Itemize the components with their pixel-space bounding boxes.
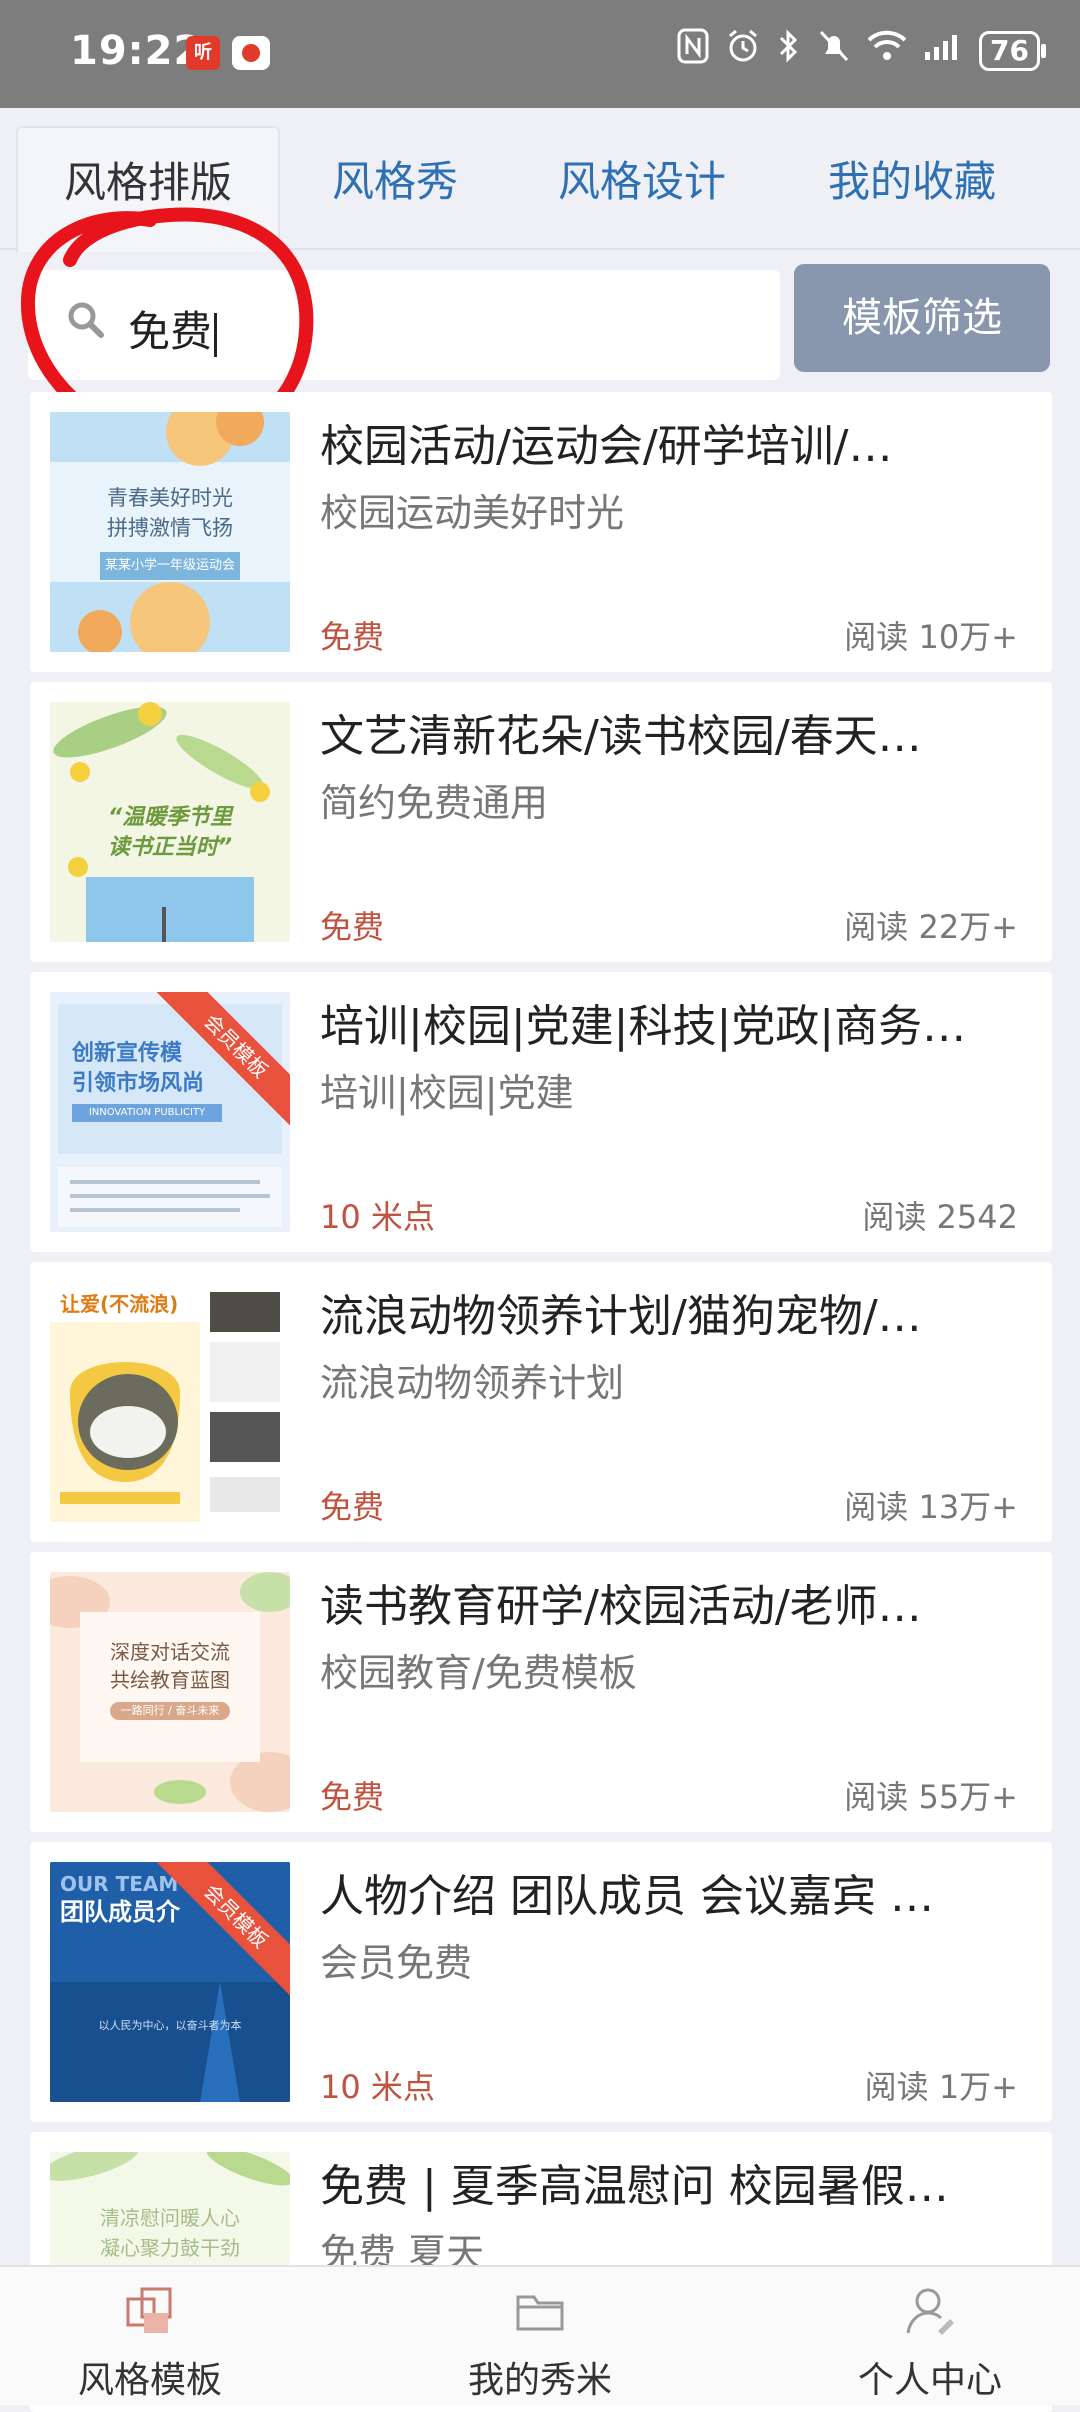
template-card[interactable]: “温暖季节里 读书正当时” 文艺清新花朵/读书校园/春天… 简约免费通用 免费 … (30, 682, 1052, 962)
thumbnail-text-2: 共绘教育蓝图 (110, 1668, 230, 1692)
template-subtitle: 培训|校园|党建 (320, 1071, 574, 1115)
thumbnail-text-1: 清凉慰问暖人心 (100, 2206, 240, 2230)
tab-my-favorites[interactable]: 我的收藏 (828, 148, 996, 209)
status-bar: 19:22 听 76 (0, 0, 1080, 108)
folder-icon (514, 2285, 566, 2337)
template-subtitle: 校园教育/免费模板 (320, 1651, 637, 1695)
template-read-count: 阅读 2542 (862, 1198, 1018, 1236)
search-row: 免费 模板筛选 (0, 250, 1080, 385)
user-icon (904, 2285, 956, 2337)
app-notification-icon-2 (232, 36, 270, 70)
thumbnail-caption: 某某小学一年级运动会 (100, 552, 240, 580)
template-subtitle: 会员免费 (320, 1941, 473, 1985)
status-time: 19:22 (70, 28, 203, 74)
template-price: 免费 (320, 1488, 385, 1526)
thumbnail-text-2: 拼搏激情飞扬 (107, 516, 233, 540)
template-thumbnail: 创新宣传模 引领市场风尚 INNOVATION PUBLICITY 会员模板 (50, 992, 290, 1232)
mute-icon (817, 28, 851, 73)
thumbnail-caption: INNOVATION PUBLICITY (72, 1104, 222, 1122)
template-read-count: 阅读 22万+ (844, 908, 1018, 946)
template-thumbnail: “温暖季节里 读书正当时” (50, 702, 290, 942)
search-input[interactable]: 免费 (28, 270, 780, 380)
bottom-navigation: 风格模板 我的秀米 个人中心 (0, 2265, 1080, 2405)
tab-style-layout[interactable]: 风格排版 (16, 126, 280, 252)
template-read-count: 阅读 1万+ (864, 2068, 1018, 2106)
template-title: 校园活动/运动会/研学培训/… (320, 421, 893, 472)
template-subtitle: 流浪动物领养计划 (320, 1361, 625, 1405)
nfc-icon (677, 28, 709, 73)
text-caret (214, 312, 218, 357)
template-thumbnail: 让爱(不流浪) (50, 1282, 290, 1522)
template-subtitle: 校园运动美好时光 (320, 491, 625, 535)
template-read-count: 阅读 55万+ (844, 1778, 1018, 1816)
nav-label: 我的秀米 (467, 2360, 612, 2401)
template-read-count: 阅读 13万+ (844, 1488, 1018, 1526)
search-icon (68, 302, 104, 338)
template-card[interactable]: 深度对话交流 共绘教育蓝图 一路同行 / 奋斗未来 读书教育研学/校园活动/老师… (30, 1552, 1052, 1832)
template-title: 流浪动物领养计划/猫狗宠物/… (320, 1291, 922, 1342)
thumbnail-caption: 一路同行 / 奋斗未来 (120, 1704, 220, 1717)
template-read-count: 阅读 10万+ (844, 618, 1018, 656)
template-filter-button[interactable]: 模板筛选 (794, 264, 1050, 372)
template-thumbnail: 深度对话交流 共绘教育蓝图 一路同行 / 奋斗未来 (50, 1572, 290, 1812)
thumbnail-text-1: 深度对话交流 (110, 1640, 230, 1664)
template-title: 文艺清新花朵/读书校园/春天… (320, 711, 922, 762)
template-price: 10 米点 (320, 2068, 435, 2106)
thumbnail-text-1: 让爱(不流浪) (60, 1292, 179, 1316)
status-icons: 76 (677, 28, 1046, 73)
template-title: 培训|校园|党建|科技|党政|商务… (320, 1001, 967, 1052)
template-title: 读书教育研学/校园活动/老师… (320, 1581, 922, 1632)
thumbnail-caption: 以人民为中心，以奋斗者为本 (98, 2019, 242, 2032)
bluetooth-icon (777, 28, 801, 73)
thumbnail-text-2: 凝心聚力鼓干劲 (100, 2236, 240, 2260)
template-price: 免费 (320, 618, 385, 656)
wifi-icon (867, 30, 907, 71)
template-title: 人物介绍 团队成员 会议嘉宾 … (320, 1871, 934, 1922)
battery-indicator: 76 (979, 30, 1046, 71)
tab-style-design[interactable]: 风格设计 (558, 148, 726, 209)
template-subtitle: 简约免费通用 (320, 781, 549, 825)
template-thumbnail: OUR TEAM 团队成员介 以人民为中心，以奋斗者为本 会员模板 (50, 1862, 290, 2102)
template-card[interactable]: 创新宣传模 引领市场风尚 INNOVATION PUBLICITY 会员模板 培… (30, 972, 1052, 1252)
nav-my-xiumi[interactable]: 我的秀米 (410, 2275, 670, 2403)
app-notification-icon: 听 (186, 36, 220, 70)
tab-bar: 风格排版 风格秀 风格设计 我的收藏 (0, 108, 1080, 252)
template-thumbnail: 青春美好时光 拼搏激情飞扬 某某小学一年级运动会 (50, 412, 290, 652)
tab-style-show[interactable]: 风格秀 (332, 148, 458, 209)
template-card[interactable]: 让爱(不流浪) 流浪动物领养计划/猫狗宠物/… 流浪动物领养计划 免费 阅读 1… (30, 1262, 1052, 1542)
template-icon (124, 2285, 176, 2337)
nav-style-templates[interactable]: 风格模板 (20, 2275, 280, 2403)
template-card[interactable]: OUR TEAM 团队成员介 以人民为中心，以奋斗者为本 会员模板 人物介绍 团… (30, 1842, 1052, 2122)
template-card[interactable]: 青春美好时光 拼搏激情飞扬 某某小学一年级运动会 校园活动/运动会/研学培训/…… (30, 392, 1052, 672)
template-title: 免费 | 夏季高温慰问 校园暑假… (320, 2161, 949, 2212)
nav-personal-center[interactable]: 个人中心 (800, 2275, 1060, 2403)
thumbnail-text-2: 读书正当时” (107, 835, 233, 860)
alarm-icon (725, 28, 761, 73)
thumbnail-text-1: 青春美好时光 (107, 486, 233, 510)
signal-icon (923, 31, 963, 71)
template-price: 免费 (320, 1778, 385, 1816)
template-price: 免费 (320, 908, 385, 946)
template-price: 10 米点 (320, 1198, 435, 1236)
nav-label: 风格模板 (77, 2360, 222, 2401)
nav-label: 个人中心 (857, 2360, 1002, 2401)
search-input-value: 免费 (128, 298, 218, 359)
thumbnail-text-1: “温暖季节里 (107, 805, 233, 830)
